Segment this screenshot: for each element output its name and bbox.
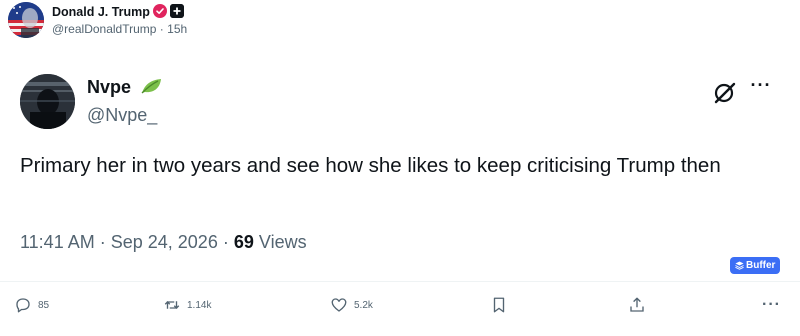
quoted-handle[interactable]: @Nvpe_ bbox=[87, 105, 157, 126]
divider bbox=[0, 281, 800, 282]
reply-count: 85 bbox=[38, 299, 50, 311]
author-avatar[interactable] bbox=[8, 2, 44, 38]
reply-button[interactable]: 85 bbox=[14, 290, 49, 320]
grok-icon[interactable] bbox=[712, 80, 738, 106]
quoted-post-card[interactable]: Nvpe @Nvpe_ ··· Primary her in two years… bbox=[0, 50, 800, 336]
quoted-time[interactable]: 11:41 AM bbox=[20, 232, 95, 252]
leaf-emoji-icon bbox=[141, 79, 161, 94]
dark-portrait-image bbox=[20, 74, 75, 129]
quoted-date[interactable]: Sep 24, 2026 bbox=[111, 232, 218, 252]
quoted-views-count: 69 bbox=[233, 232, 254, 252]
buffer-button[interactable]: Buffer bbox=[730, 257, 780, 274]
like-button[interactable]: 5.2k bbox=[330, 290, 373, 320]
flag-portrait-image bbox=[8, 2, 44, 38]
more-actions-icon[interactable]: ··· bbox=[762, 290, 781, 320]
author-name[interactable]: Donald J. Trump bbox=[52, 5, 150, 19]
repost-button[interactable]: 1.14k bbox=[163, 290, 211, 320]
quoted-timestamp-row: 11:41 AM · Sep 24, 2026 · 69 Views bbox=[20, 232, 307, 252]
bookmark-icon bbox=[493, 297, 505, 313]
affiliate-badge-icon bbox=[170, 4, 184, 18]
quoted-views-label: Views bbox=[258, 232, 307, 252]
repost-count: 1.14k bbox=[187, 299, 212, 311]
repost-icon bbox=[164, 301, 180, 309]
post-time-ago[interactable]: 15h bbox=[167, 22, 187, 36]
share-icon bbox=[630, 297, 644, 312]
share-button[interactable] bbox=[628, 290, 646, 320]
author-handle[interactable]: @realDonaldTrump bbox=[52, 22, 156, 36]
meta-separator: · bbox=[159, 22, 164, 36]
bookmark-button[interactable] bbox=[490, 290, 508, 320]
buffer-stack-icon bbox=[735, 261, 744, 270]
more-horizontal-icon[interactable]: ··· bbox=[748, 76, 774, 98]
heart-icon bbox=[331, 298, 347, 312]
author-meta: @realDonaldTrump · 15h bbox=[52, 22, 187, 36]
quoted-avatar[interactable] bbox=[20, 74, 75, 129]
reply-icon bbox=[16, 298, 30, 313]
quoted-text: Primary her in two years and see how she… bbox=[20, 154, 721, 177]
action-bar: 85 1.14k 5.2k ··· bbox=[0, 290, 800, 326]
verified-badge-icon bbox=[153, 4, 167, 18]
buffer-label: Buffer bbox=[746, 260, 776, 271]
post-header: Donald J. Trump @realDonaldTrump · 15h bbox=[0, 0, 800, 50]
like-count: 5.2k bbox=[354, 299, 373, 311]
quoted-name[interactable]: Nvpe bbox=[87, 77, 131, 98]
